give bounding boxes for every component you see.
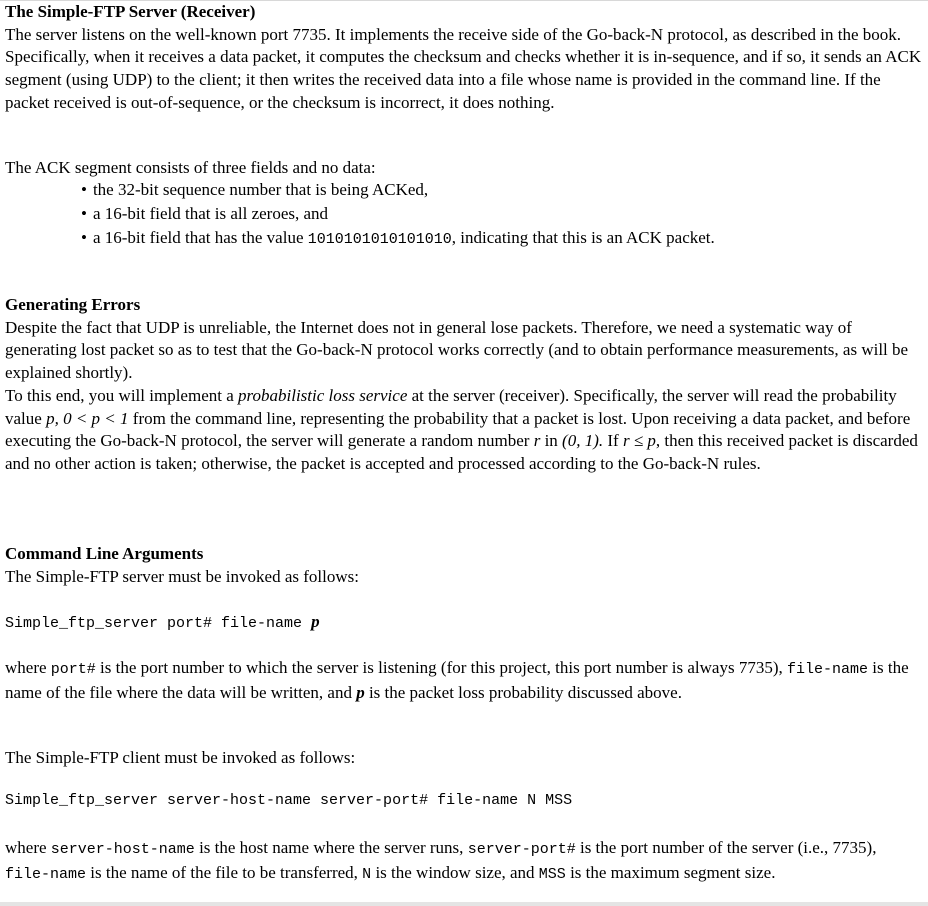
errors-paragraph-1: Despite the fact that UDP is unreliable,… bbox=[5, 317, 909, 383]
cmdline-intro: The Simple-FTP server must be invoked as… bbox=[5, 566, 359, 586]
ack-fields-list: the 32-bit sequence number that is being… bbox=[81, 178, 715, 252]
list-item: a 16-bit field that is all zeroes, and bbox=[81, 202, 715, 226]
bottom-scroll-edge bbox=[0, 902, 928, 906]
errors-paragraph-2: To this end, you will implement a probab… bbox=[5, 385, 918, 473]
section-cmdline: Command Line Arguments The Simple-FTP se… bbox=[5, 543, 923, 588]
ack-intro-text: The ACK segment consists of three fields… bbox=[5, 158, 376, 177]
ack-intro: The ACK segment consists of three fields… bbox=[5, 157, 923, 180]
client-args-description: where server-host-name is the host name … bbox=[5, 838, 877, 883]
section-server: The Simple-FTP Server (Receiver) The ser… bbox=[5, 1, 923, 115]
list-item: a 16-bit field that has the value 101010… bbox=[81, 226, 715, 252]
heading-cmdline: Command Line Arguments bbox=[5, 544, 204, 563]
server-command: Simple_ftp_server port# file-name p bbox=[5, 612, 320, 632]
heading-server: The Simple-FTP Server (Receiver) bbox=[5, 2, 256, 21]
client-intro: The Simple-FTP client must be invoked as… bbox=[5, 748, 356, 767]
ack-value-code: 1010101010101010 bbox=[307, 231, 452, 248]
server-paragraph: The server listens on the well-known por… bbox=[5, 24, 922, 112]
list-item: the 32-bit sequence number that is being… bbox=[81, 178, 715, 202]
server-args-description: where port# is the port number to which … bbox=[5, 658, 909, 702]
heading-errors: Generating Errors bbox=[5, 295, 141, 314]
section-errors: Generating Errors Despite the fact that … bbox=[5, 294, 923, 476]
client-command: Simple_ftp_server server-host-name serve… bbox=[5, 792, 573, 809]
